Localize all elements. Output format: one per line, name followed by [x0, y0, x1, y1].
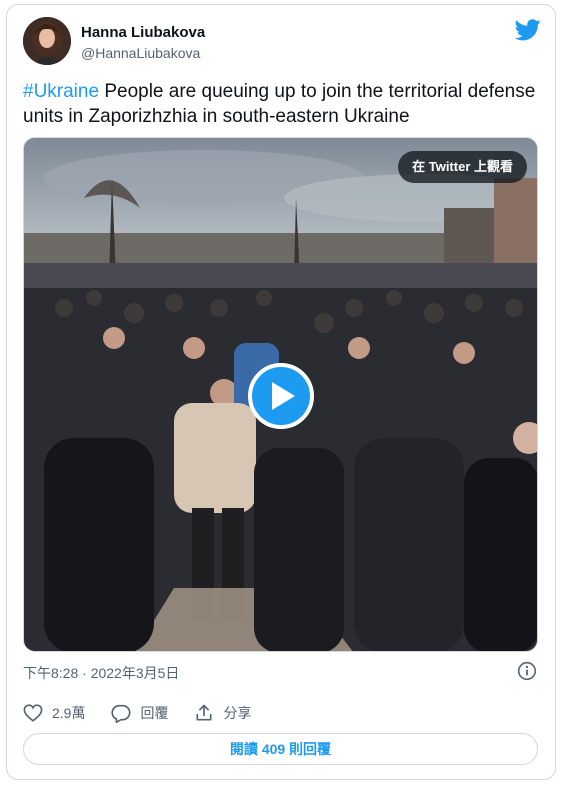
like-button[interactable]: 2.9萬: [23, 703, 85, 723]
tweet-body: People are queuing up to join the territ…: [23, 81, 536, 127]
info-icon[interactable]: [517, 661, 537, 681]
tweet-card: Hanna Liubakova @HannaLiubakova #Ukraine…: [6, 4, 556, 780]
read-replies-suffix: 則回覆: [285, 741, 332, 757]
action-bar: 2.9萬 回覆 分享: [23, 703, 277, 723]
share-button[interactable]: 分享: [194, 703, 251, 723]
play-button[interactable]: [248, 363, 314, 429]
avatar[interactable]: [23, 17, 71, 65]
read-replies-prefix: 閱讀: [229, 741, 262, 757]
reply-bubble-icon: [111, 704, 131, 723]
play-icon: [272, 382, 295, 410]
author-handle[interactable]: @HannaLiubakova: [81, 45, 200, 61]
tweet-text: #Ukraine People are queuing up to join t…: [23, 79, 543, 129]
reply-label: 回覆: [140, 705, 169, 721]
read-replies-button[interactable]: 閱讀 409 則回覆: [23, 733, 538, 765]
twitter-bird-icon[interactable]: [515, 19, 541, 41]
share-label: 分享: [223, 705, 252, 721]
watch-on-twitter-button[interactable]: 在 Twitter 上觀看: [398, 151, 527, 183]
reply-count: 409: [261, 741, 286, 757]
video-player[interactable]: 在 Twitter 上觀看: [23, 137, 538, 652]
share-icon: [196, 704, 212, 721]
author-name[interactable]: Hanna Liubakova: [81, 24, 205, 41]
reply-button[interactable]: 回覆: [111, 703, 168, 723]
tweet-timestamp[interactable]: 下午8:28 · 2022年3月5日: [23, 663, 179, 683]
heart-icon: [23, 704, 43, 722]
hashtag-link[interactable]: #Ukraine: [23, 81, 99, 102]
like-count: 2.9萬: [52, 705, 86, 721]
